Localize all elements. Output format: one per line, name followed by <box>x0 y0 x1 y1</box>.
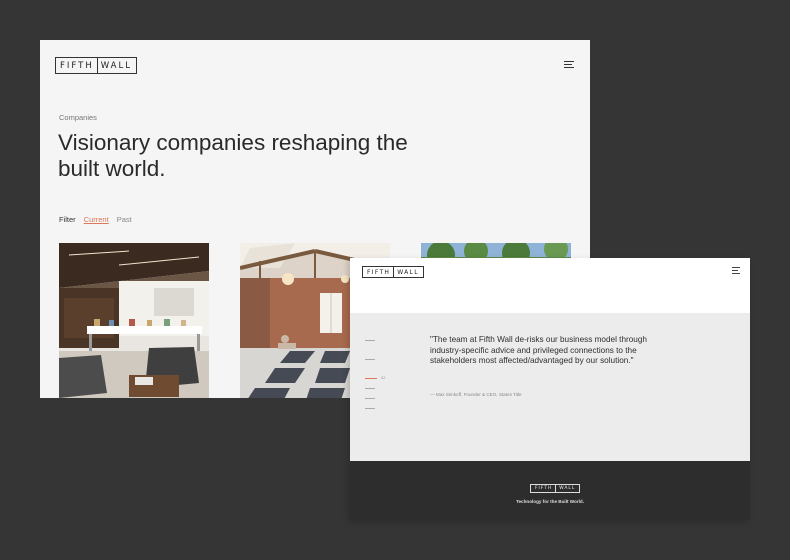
logo-word-fifth: FIFTH <box>60 60 94 71</box>
pager-dash-1[interactable] <box>365 340 375 341</box>
company-image-showroom[interactable] <box>59 243 209 398</box>
hamburger-menu-icon[interactable] <box>564 61 574 68</box>
hamburger-menu-icon[interactable] <box>732 267 740 274</box>
company-filter: Filter Current Past <box>59 215 132 224</box>
footer-tagline: Technology for the Built World. <box>516 499 584 504</box>
site-footer: FIFTH WALL Technology for the Built Worl… <box>350 461 750 520</box>
logo-word-fifth: FIFTH <box>367 268 391 276</box>
fifth-wall-logo[interactable]: FIFTH WALL <box>55 57 137 74</box>
breadcrumb[interactable]: Companies <box>59 113 97 122</box>
pager-dash-6[interactable] <box>365 408 375 409</box>
pager-dash-5[interactable] <box>365 398 375 399</box>
footer-logo[interactable]: FIFTH WALL <box>530 484 581 493</box>
testimonial-section: 02 "The team at Fifth Wall de-risks our … <box>350 313 750 461</box>
testimonial-attribution: — Max Simkoff, Founder & CEO, States Tit… <box>430 392 522 397</box>
testimonial-page-screenshot: FIFTH WALL 02 "The team at Fifth Wall de… <box>350 258 750 520</box>
logo-word-wall: WALL <box>559 486 576 491</box>
logo-word-wall: WALL <box>100 60 132 71</box>
pager-current-number: 02 <box>381 375 386 380</box>
filter-label: Filter <box>59 215 76 224</box>
pager-dash-active[interactable] <box>365 378 377 379</box>
testimonial-quote: "The team at Fifth Wall de-risks our bus… <box>430 335 647 366</box>
filter-option-current[interactable]: Current <box>84 215 109 224</box>
filter-option-past[interactable]: Past <box>117 215 132 224</box>
page-title: Visionary companies reshaping the built … <box>58 130 408 181</box>
logo-word-fifth: FIFTH <box>535 486 553 491</box>
pager-dash-4[interactable] <box>365 388 375 389</box>
fifth-wall-logo[interactable]: FIFTH WALL <box>362 266 424 278</box>
pager-dash-2[interactable] <box>365 359 375 360</box>
logo-word-wall: WALL <box>397 268 419 276</box>
